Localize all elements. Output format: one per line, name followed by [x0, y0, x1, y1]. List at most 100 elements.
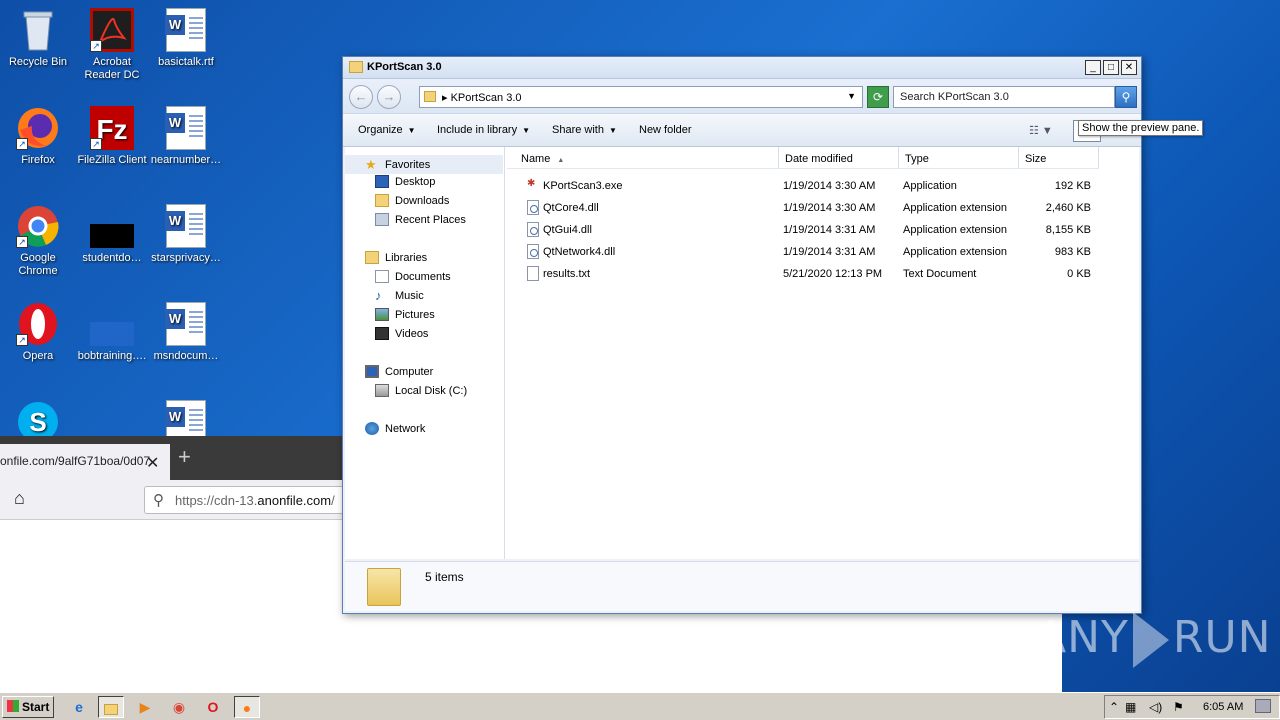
clock[interactable]: 6:05 AM — [1203, 701, 1243, 713]
desktop-icon-opera[interactable]: ↗ Opera — [0, 302, 76, 363]
close-button[interactable]: ✕ — [1121, 60, 1137, 75]
anyrun-watermark: ANY RUN — [1036, 612, 1272, 668]
desktop-icon-recycle-bin[interactable]: Recycle Bin — [0, 8, 76, 69]
new-folder-button[interactable]: New folder — [639, 124, 692, 136]
chevron-down-icon: ▼ — [407, 126, 416, 135]
search-input[interactable]: Search KPortScan 3.0 — [893, 86, 1115, 108]
desktop-icon-basictalk[interactable]: basictalk.rtf — [148, 8, 224, 69]
action-center-flag-icon[interactable]: ⚑ — [1173, 700, 1184, 714]
folder-icon — [424, 91, 436, 102]
start-label: Start — [22, 700, 50, 714]
network-status-icon[interactable]: ▦ — [1125, 700, 1136, 714]
explorer-window: KPortScan 3.0 _ □ ✕ ← → ▸ KPortScan 3.0 … — [342, 56, 1142, 614]
music-icon: ♪ — [375, 288, 382, 303]
watermark-right: RUN — [1172, 612, 1272, 663]
computer-icon — [365, 365, 379, 378]
column-header-size[interactable]: Size — [1019, 147, 1099, 169]
change-view-button[interactable]: ☷ ▼ — [1029, 124, 1053, 137]
desktop-icon-nearnumber[interactable]: nearnumber… — [148, 106, 224, 167]
start-button[interactable]: Start — [2, 696, 54, 718]
nav-libraries[interactable]: Libraries — [365, 251, 427, 264]
chevron-down-icon[interactable]: ▼ — [847, 91, 856, 101]
opera-taskbar-icon[interactable]: O — [200, 696, 226, 718]
nav-pictures[interactable]: Pictures — [375, 308, 435, 321]
firefox-taskbar-icon[interactable]: ● — [234, 696, 260, 718]
desktop-icon-firefox[interactable]: ↗ Firefox — [0, 106, 76, 167]
include-in-library-menu[interactable]: Include in library ▼ — [437, 124, 530, 136]
file-row[interactable]: QtNetwork4.dll 1/19/2014 3:31 AM Applica… — [507, 241, 1107, 263]
desktop-icon-acrobat[interactable]: ↗ Acrobat Reader DC — [74, 8, 150, 82]
nav-computer[interactable]: Computer — [365, 365, 433, 378]
desktop-icon-studentdo[interactable]: studentdo… — [74, 204, 150, 265]
nav-downloads[interactable]: Downloads — [375, 194, 449, 207]
desktop-icon-bobtraining[interactable]: bobtraining…. — [74, 302, 150, 363]
nav-documents[interactable]: Documents — [375, 270, 451, 283]
file-size: 192 KB — [1054, 180, 1091, 192]
browser-tab[interactable]: onfile.com/9alfG71boa/0d07 ✕ — [0, 444, 170, 480]
desktop-icon-filezilla[interactable]: Fz ↗ FileZilla Client — [74, 106, 150, 167]
show-hidden-icons-icon[interactable]: ⌃ — [1109, 700, 1119, 714]
url-suffix: / — [331, 493, 335, 508]
desktop-icon-label: studentdo… — [82, 252, 142, 264]
forward-button[interactable]: → — [377, 85, 401, 109]
column-header-name[interactable]: Name ▲ — [507, 147, 779, 169]
desktop-icon-msndocum[interactable]: msndocum… — [148, 302, 224, 363]
word-document-icon — [164, 302, 208, 346]
nav-desktop[interactable]: Desktop — [375, 175, 435, 188]
shortcut-arrow-icon: ↗ — [16, 236, 28, 248]
close-tab-icon[interactable]: ✕ — [146, 453, 159, 473]
desktop-icon-starsprivacy[interactable]: starsprivacy… — [148, 204, 224, 265]
url-domain: anonfile.com — [257, 493, 332, 508]
nav-favorites[interactable]: ★ Favorites — [345, 155, 503, 174]
sort-ascending-icon: ▲ — [557, 157, 565, 164]
internet-explorer-icon[interactable]: e — [66, 696, 92, 718]
url-bar[interactable]: ⚲ https://cdn-13.anonfile.com/ — [144, 486, 364, 514]
back-button[interactable]: ← — [349, 85, 373, 109]
dll-file-icon — [527, 222, 539, 237]
volume-icon[interactable]: ◁) — [1149, 700, 1162, 714]
minimize-button[interactable]: _ — [1085, 60, 1101, 75]
new-tab-button[interactable]: + — [178, 444, 191, 470]
file-date: 5/21/2020 12:13 PM — [783, 268, 883, 280]
nav-videos[interactable]: Videos — [375, 327, 428, 340]
file-type: Text Document — [903, 268, 977, 280]
breadcrumb-folder[interactable]: KPortScan 3.0 — [451, 92, 522, 104]
title-bar[interactable]: KPortScan 3.0 _ □ ✕ — [343, 57, 1141, 79]
address-bar[interactable]: ▸ KPortScan 3.0 ▼ — [419, 86, 863, 108]
file-row[interactable]: results.txt 5/21/2020 12:13 PM Text Docu… — [507, 263, 1107, 285]
refresh-button[interactable]: ⟳ — [867, 86, 889, 108]
file-type: Application — [903, 180, 957, 192]
dll-file-icon — [527, 244, 539, 259]
nav-local-disk[interactable]: Local Disk (C:) — [375, 384, 467, 397]
nav-recent-places[interactable]: Recent Places — [375, 213, 466, 226]
share-with-menu[interactable]: Share with ▼ — [552, 124, 617, 136]
explorer-taskbar-icon[interactable] — [98, 696, 124, 718]
media-player-icon[interactable]: ▶ — [132, 696, 158, 718]
shortcut-arrow-icon: ↗ — [16, 334, 28, 346]
file-date: 1/19/2014 3:30 AM — [783, 180, 876, 192]
organize-menu[interactable]: Organize ▼ — [358, 124, 416, 136]
maximize-button[interactable]: □ — [1103, 60, 1119, 75]
desktop-icon-label: nearnumber… — [150, 154, 222, 166]
search-icon[interactable]: ⚲ — [1115, 86, 1137, 108]
file-row[interactable]: QtGui4.dll 1/19/2014 3:31 AM Application… — [507, 219, 1107, 241]
firefox-icon: ↗ — [16, 106, 60, 150]
videos-icon — [375, 327, 389, 340]
home-icon[interactable]: ⌂ — [14, 488, 25, 509]
opera-icon: ↗ — [16, 302, 60, 346]
show-desktop-button[interactable] — [1255, 699, 1271, 713]
chrome-taskbar-icon[interactable]: ◉ — [166, 696, 192, 718]
file-row[interactable]: QtCore4.dll 1/19/2014 3:30 AM Applicatio… — [507, 197, 1107, 219]
black-file-icon — [90, 204, 134, 248]
desktop-icon-chrome[interactable]: ↗ Google Chrome — [0, 204, 76, 278]
file-size: 983 KB — [1054, 246, 1091, 258]
text-file-icon — [527, 266, 539, 281]
nav-network[interactable]: Network — [365, 422, 425, 435]
system-tray: ⌃ ▦ ◁) ⚑ 6:05 AM — [1104, 695, 1280, 719]
window-title: KPortScan 3.0 — [367, 61, 442, 73]
column-header-date[interactable]: Date modified — [779, 147, 899, 169]
file-name: results.txt — [543, 268, 591, 280]
nav-music[interactable]: ♪ Music — [375, 289, 424, 302]
column-header-type[interactable]: Type — [899, 147, 1019, 169]
file-row[interactable]: ✱ KPortScan3.exe 1/19/2014 3:30 AM Appli… — [507, 175, 1107, 197]
